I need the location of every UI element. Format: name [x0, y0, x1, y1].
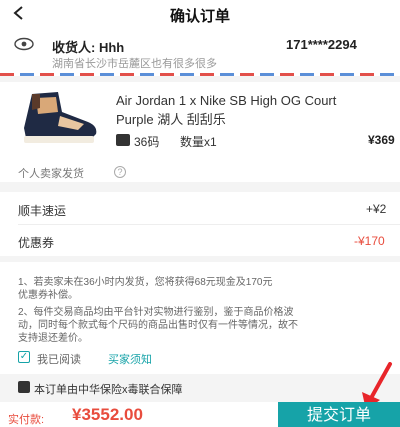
notice-line: 优惠券补偿。: [18, 290, 78, 301]
shipping-label: 顺丰速运: [18, 204, 67, 218]
product-card: Air Jordan 1 x Nike SB High OG Court Pur…: [0, 82, 400, 182]
pay-amount: ¥3552.00: [72, 405, 143, 424]
notice-line: 1、若卖家未在36小时内发货，您将获得68元现金及170元: [18, 277, 273, 288]
notice-section: 1、若卖家未在36小时内发货，您将获得68元现金及170元 优惠券补偿。 2、每…: [0, 262, 400, 374]
question-icon[interactable]: ?: [114, 166, 126, 178]
insurance-text: 本订单由中华保险x毒联合保障: [34, 384, 183, 396]
shield-icon: [18, 381, 30, 393]
address-divider-stripe: [0, 73, 400, 76]
submit-order-button[interactable]: 提交订单: [278, 402, 400, 427]
notice-line: 动，同时每个款式每个尺码的商品出售时仅有一件等情况，故不: [18, 320, 298, 331]
product-quantity: 数量x1: [180, 135, 217, 149]
shipping-row: 顺丰速运 +¥2: [18, 198, 400, 222]
checkout-bar: 实付款: ¥3552.00 提交订单: [0, 402, 400, 427]
recipient-phone: 171****2294: [286, 37, 357, 52]
coupon-value: -¥170: [354, 234, 385, 248]
pay-label: 实付款:: [8, 414, 45, 426]
product-name: Air Jordan 1 x Nike SB High OG Court: [116, 93, 337, 108]
shipping-address[interactable]: 收货人: Hhh 171****2294 湖南省长沙市岳麓区也有很多很多: [0, 28, 400, 74]
notice-line: 支持退还差价。: [18, 333, 88, 344]
coupon-row[interactable]: 优惠券 -¥170: [18, 230, 400, 254]
size-tag-icon: [116, 134, 130, 146]
top-bar: 确认订单: [0, 0, 400, 28]
fee-divider: [18, 224, 400, 225]
sneaker-image: [24, 92, 97, 143]
fee-section: 顺丰速运 +¥2 优惠券 -¥170: [0, 192, 400, 256]
recipient-name: 收货人: Hhh: [52, 40, 125, 55]
page-title: 确认订单: [169, 8, 230, 25]
address-detail: 湖南省长沙市岳麓区也有很多很多: [52, 58, 217, 70]
agree-label: 我已阅读: [37, 354, 81, 366]
coupon-label: 优惠券: [18, 236, 55, 250]
product-size: 36码: [134, 135, 160, 149]
shipping-fee: +¥2: [366, 202, 387, 216]
seller-type: 个人卖家发货: [18, 168, 84, 180]
product-price: ¥369: [368, 133, 395, 147]
agree-checkbox[interactable]: ✓: [18, 351, 30, 363]
product-name-line2: Purple 湖人 刮刮乐: [116, 112, 226, 127]
notice-line: 2、每件交易商品均由平台针对实物进行鉴别，鉴于商品价格波: [18, 307, 294, 318]
location-eye-icon: [14, 37, 34, 51]
buyer-terms-link[interactable]: 买家须知: [108, 351, 152, 367]
